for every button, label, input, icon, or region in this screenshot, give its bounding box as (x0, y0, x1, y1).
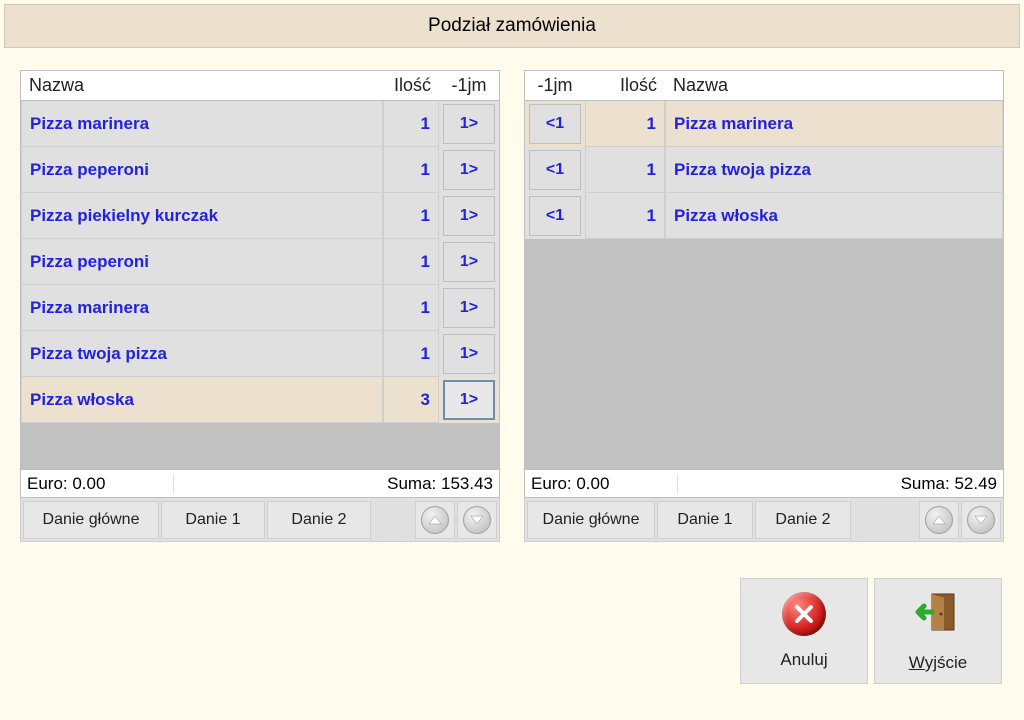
item-name: Pizza twoja pizza (21, 331, 383, 377)
page-title: Podział zamówienia (4, 4, 1020, 48)
scroll-down-left[interactable] (457, 501, 497, 539)
left-grid: Nazwa Ilość -1jm Pizza marinera11>Pizza … (20, 70, 500, 470)
tab-d2-left[interactable]: Danie 2 (267, 501, 371, 539)
col-move: -1jm (439, 71, 499, 100)
cancel-icon (782, 592, 826, 636)
table-row[interactable]: Pizza peperoni11> (21, 239, 499, 285)
item-qty: 1 (585, 193, 665, 239)
right-summary: Euro: 0.00 Suma: 52.49 (524, 470, 1004, 498)
move-right-button[interactable]: 1> (443, 196, 495, 236)
move-cell: 1> (439, 147, 499, 193)
move-right-button[interactable]: 1> (443, 242, 495, 282)
table-row[interactable]: Pizza twoja pizza11> (21, 331, 499, 377)
col-name-r: Nazwa (665, 71, 1003, 100)
move-right-button[interactable]: 1> (443, 104, 495, 144)
exit-icon (914, 590, 962, 639)
col-qty: Ilość (383, 71, 439, 100)
tab-main-left[interactable]: Danie główne (23, 501, 159, 539)
tab-main-right[interactable]: Danie główne (527, 501, 655, 539)
item-name: Pizza peperoni (21, 147, 383, 193)
table-row[interactable]: Pizza marinera11> (21, 285, 499, 331)
left-sum: Suma: 153.43 (298, 474, 499, 494)
cancel-label: Anuluj (780, 650, 827, 670)
table-row[interactable]: <11Pizza twoja pizza (525, 147, 1003, 193)
item-qty: 1 (585, 147, 665, 193)
table-row[interactable]: Pizza piekielny kurczak11> (21, 193, 499, 239)
move-cell: 1> (439, 239, 499, 285)
move-right-button[interactable]: 1> (443, 288, 495, 328)
right-panel: -1jm Ilość Nazwa <11Pizza marinera<11Piz… (524, 70, 1004, 542)
item-name: Pizza włoska (21, 377, 383, 423)
item-name: Pizza piekielny kurczak (21, 193, 383, 239)
chevron-down-icon (463, 506, 491, 534)
item-name: Pizza włoska (665, 193, 1003, 239)
item-name: Pizza marinera (21, 101, 383, 147)
right-body: <11Pizza marinera<11Pizza twoja pizza<11… (525, 101, 1003, 469)
move-right-button[interactable]: 1> (443, 380, 495, 420)
right-grid: -1jm Ilość Nazwa <11Pizza marinera<11Piz… (524, 70, 1004, 470)
table-row[interactable]: <11Pizza marinera (525, 101, 1003, 147)
item-qty: 3 (383, 377, 439, 423)
item-qty: 1 (383, 101, 439, 147)
chevron-down-icon (967, 506, 995, 534)
left-header: Nazwa Ilość -1jm (21, 71, 499, 101)
move-right-button[interactable]: 1> (443, 334, 495, 374)
left-summary: Euro: 0.00 Suma: 153.43 (20, 470, 500, 498)
move-left-button[interactable]: <1 (529, 104, 581, 144)
item-qty: 1 (383, 239, 439, 285)
tab-d1-right[interactable]: Danie 1 (657, 501, 753, 539)
left-body: Pizza marinera11>Pizza peperoni11>Pizza … (21, 101, 499, 469)
tab-d1-left[interactable]: Danie 1 (161, 501, 265, 539)
move-cell: <1 (525, 147, 585, 193)
table-row[interactable]: Pizza włoska31> (21, 377, 499, 423)
exit-button[interactable]: Wyjście (874, 578, 1002, 684)
move-left-button[interactable]: <1 (529, 196, 581, 236)
move-cell: <1 (525, 193, 585, 239)
cancel-button[interactable]: Anuluj (740, 578, 868, 684)
tab-d2-right[interactable]: Danie 2 (755, 501, 851, 539)
title-text: Podział zamówienia (428, 15, 596, 37)
move-cell: 1> (439, 193, 499, 239)
move-cell: 1> (439, 101, 499, 147)
left-tabs: Danie główne Danie 1 Danie 2 (20, 498, 500, 542)
move-cell: 1> (439, 331, 499, 377)
item-qty: 1 (585, 101, 665, 147)
move-right-button[interactable]: 1> (443, 150, 495, 190)
table-row[interactable]: <11Pizza włoska (525, 193, 1003, 239)
col-name: Nazwa (21, 71, 383, 100)
item-name: Pizza twoja pizza (665, 147, 1003, 193)
item-qty: 1 (383, 193, 439, 239)
left-panel: Nazwa Ilość -1jm Pizza marinera11>Pizza … (20, 70, 500, 542)
item-name: Pizza marinera (21, 285, 383, 331)
move-cell: 1> (439, 377, 499, 423)
table-row[interactable]: Pizza peperoni11> (21, 147, 499, 193)
right-header: -1jm Ilość Nazwa (525, 71, 1003, 101)
right-euro: Euro: 0.00 (525, 474, 678, 494)
scroll-up-left[interactable] (415, 501, 455, 539)
chevron-up-icon (925, 506, 953, 534)
right-sum: Suma: 52.49 (802, 474, 1003, 494)
exit-label: Wyjście (909, 653, 967, 673)
move-cell: <1 (525, 101, 585, 147)
left-euro: Euro: 0.00 (21, 474, 174, 494)
scroll-up-right[interactable] (919, 501, 959, 539)
right-tabs: Danie główne Danie 1 Danie 2 (524, 498, 1004, 542)
chevron-up-icon (421, 506, 449, 534)
table-row[interactable]: Pizza marinera11> (21, 101, 499, 147)
item-name: Pizza peperoni (21, 239, 383, 285)
scroll-down-right[interactable] (961, 501, 1001, 539)
item-qty: 1 (383, 331, 439, 377)
item-qty: 1 (383, 147, 439, 193)
bottom-buttons: Anuluj Wyjście (740, 578, 1002, 684)
col-qty-r: Ilość (585, 71, 665, 100)
item-qty: 1 (383, 285, 439, 331)
move-left-button[interactable]: <1 (529, 150, 581, 190)
col-move-r: -1jm (525, 71, 585, 100)
item-name: Pizza marinera (665, 101, 1003, 147)
move-cell: 1> (439, 285, 499, 331)
